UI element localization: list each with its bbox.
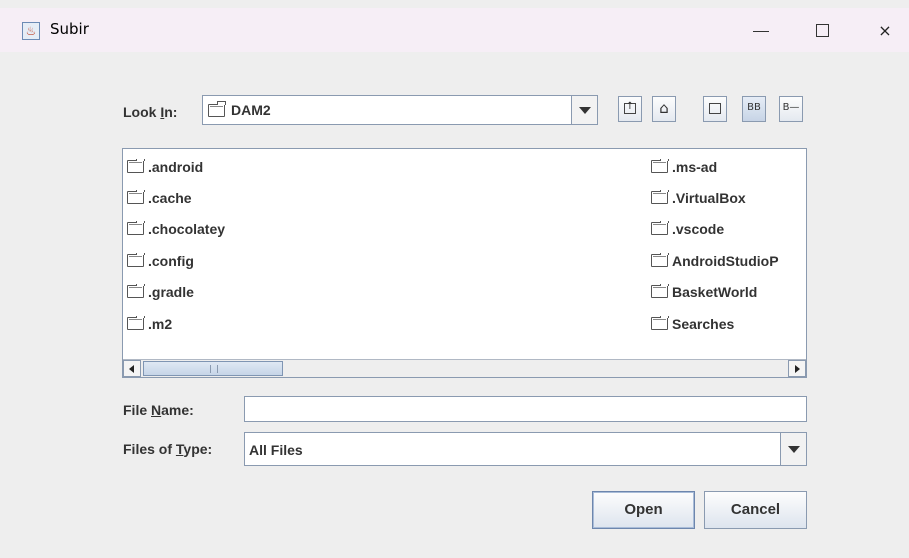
folder-icon [651, 316, 669, 330]
folder-icon [127, 284, 145, 298]
file-chooser-window: ♨ Subir × Look In: DAM2 ↑ ⌂ BB B— .andro… [0, 0, 909, 558]
scroll-right-button[interactable] [788, 360, 806, 377]
home-button[interactable]: ⌂ [652, 96, 676, 122]
list-item[interactable]: BasketWorld [651, 284, 806, 300]
title-bar[interactable]: ♨ Subir × [0, 8, 909, 52]
up-one-level-button[interactable]: ↑ [618, 96, 642, 122]
folder-icon [208, 101, 226, 117]
chevron-down-icon [788, 446, 800, 453]
maximize-button[interactable] [800, 16, 846, 46]
file-name-label: File Name: [123, 402, 194, 418]
list-item[interactable]: .vscode [651, 221, 806, 237]
file-type-value: All Files [249, 442, 303, 458]
details-view-button[interactable]: B— [779, 96, 803, 122]
folder-icon [651, 190, 669, 204]
close-button[interactable]: × [862, 16, 908, 46]
home-icon: ⌂ [659, 99, 669, 117]
chevron-down-icon [579, 107, 591, 114]
open-button[interactable]: Open [592, 491, 695, 529]
scrollbar-thumb[interactable] [143, 361, 283, 376]
list-item[interactable]: .cache [127, 190, 192, 206]
look-in-dropdown-button[interactable] [571, 96, 597, 124]
list-item[interactable]: AndroidStudioP [651, 253, 806, 269]
list-item[interactable]: .gradle [127, 284, 194, 300]
folder-icon [651, 159, 669, 173]
window-title: Subir [50, 20, 89, 38]
files-of-type-label: Files of Type: [123, 441, 213, 457]
list-view-button[interactable]: BB [742, 96, 766, 122]
minimize-button[interactable] [738, 16, 784, 46]
list-item[interactable]: .chocolatey [127, 221, 225, 237]
folder-icon [651, 284, 669, 298]
arrow-left-icon [129, 365, 134, 373]
list-item[interactable]: .ms-ad [651, 159, 806, 175]
list-view-icon: BB [747, 102, 761, 113]
file-list[interactable]: .android .cache .chocolatey .config .gra… [122, 148, 807, 378]
java-app-icon: ♨ [22, 22, 40, 40]
details-view-icon: B— [782, 102, 800, 113]
file-name-input[interactable] [244, 396, 807, 422]
current-folder-value: DAM2 [231, 102, 271, 118]
folder-icon [127, 221, 145, 235]
file-type-dropdown-button[interactable] [780, 433, 806, 465]
folder-icon [127, 159, 145, 173]
cancel-button[interactable]: Cancel [704, 491, 807, 529]
scroll-left-button[interactable] [123, 360, 141, 377]
list-item[interactable]: .m2 [127, 316, 172, 332]
files-of-type-combobox[interactable]: All Files [244, 432, 807, 466]
folder-icon [127, 190, 145, 204]
create-new-folder-button[interactable] [703, 96, 727, 122]
minimize-icon [753, 31, 769, 32]
list-item[interactable]: .VirtualBox [651, 190, 806, 206]
list-item[interactable]: .config [127, 253, 194, 269]
folder-icon [651, 221, 669, 235]
folder-icon [127, 316, 145, 330]
list-item[interactable]: Searches [651, 316, 806, 332]
maximize-icon [816, 24, 829, 37]
up-arrow-icon: ↑ [625, 101, 635, 112]
look-in-combobox[interactable]: DAM2 [202, 95, 598, 125]
list-item[interactable]: .android [127, 159, 203, 175]
grip-icon [210, 365, 218, 373]
folder-icon [651, 253, 669, 267]
arrow-right-icon [795, 365, 800, 373]
folder-icon [127, 253, 145, 267]
look-in-label: Look In: [123, 104, 178, 120]
new-folder-icon [709, 103, 721, 114]
horizontal-scrollbar[interactable] [123, 359, 806, 377]
